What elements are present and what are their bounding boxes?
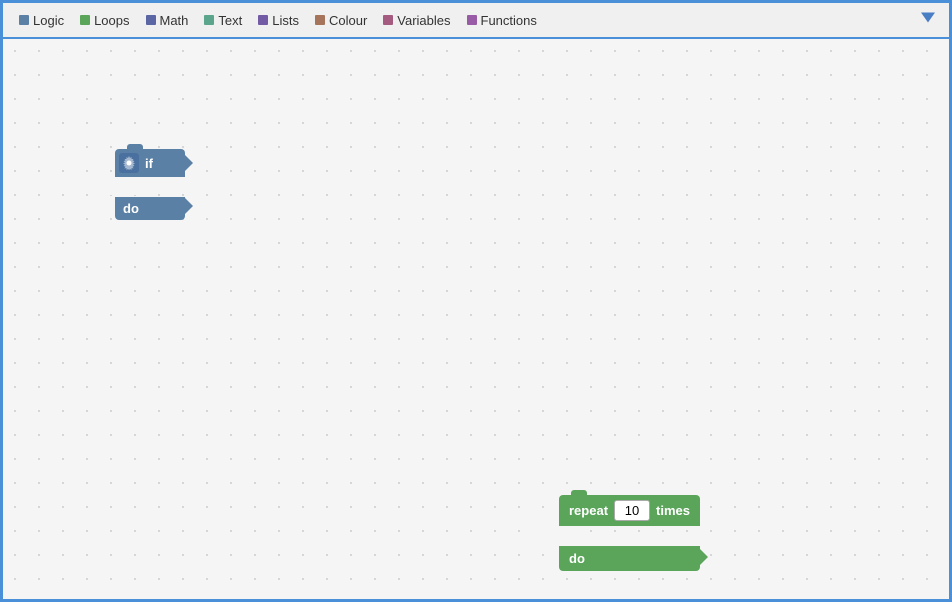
loops-color-dot	[80, 15, 90, 25]
do-label: do	[123, 201, 159, 216]
workspace[interactable]: if do repeat times	[3, 39, 949, 599]
if-do-row[interactable]: do	[115, 197, 185, 220]
app-container: Logic Loops Math Text Lists Colour Varia…	[0, 0, 952, 602]
scroll-down-arrow[interactable]	[919, 9, 937, 32]
variables-color-dot	[383, 15, 393, 25]
toolbar-item-text[interactable]: Text	[196, 9, 250, 32]
gear-icon[interactable]	[119, 153, 139, 173]
text-label: Text	[218, 13, 242, 28]
logic-label: Logic	[33, 13, 64, 28]
times-label: times	[656, 503, 690, 518]
loops-label: Loops	[94, 13, 129, 28]
lists-label: Lists	[272, 13, 299, 28]
repeat-do-row[interactable]: do	[559, 546, 700, 571]
repeat-value-input[interactable]	[614, 500, 650, 521]
repeat-label: repeat	[569, 503, 608, 518]
repeat-do-label: do	[569, 551, 585, 566]
toolbar: Logic Loops Math Text Lists Colour Varia…	[3, 3, 949, 39]
if-block[interactable]: if do	[115, 149, 185, 220]
functions-label: Functions	[481, 13, 537, 28]
repeat-block[interactable]: repeat times do	[559, 495, 700, 571]
colour-color-dot	[315, 15, 325, 25]
toolbar-item-functions[interactable]: Functions	[459, 9, 545, 32]
if-top-row[interactable]: if	[115, 149, 185, 177]
toolbar-item-math[interactable]: Math	[138, 9, 197, 32]
colour-label: Colour	[329, 13, 367, 28]
math-color-dot	[146, 15, 156, 25]
text-color-dot	[204, 15, 214, 25]
toolbar-item-colour[interactable]: Colour	[307, 9, 375, 32]
toolbar-item-lists[interactable]: Lists	[250, 9, 307, 32]
toolbar-item-variables[interactable]: Variables	[375, 9, 458, 32]
lists-color-dot	[258, 15, 268, 25]
functions-color-dot	[467, 15, 477, 25]
logic-color-dot	[19, 15, 29, 25]
toolbar-item-logic[interactable]: Logic	[11, 9, 72, 32]
repeat-top-row[interactable]: repeat times	[559, 495, 700, 526]
toolbar-item-loops[interactable]: Loops	[72, 9, 137, 32]
variables-label: Variables	[397, 13, 450, 28]
math-label: Math	[160, 13, 189, 28]
if-label: if	[145, 156, 153, 171]
